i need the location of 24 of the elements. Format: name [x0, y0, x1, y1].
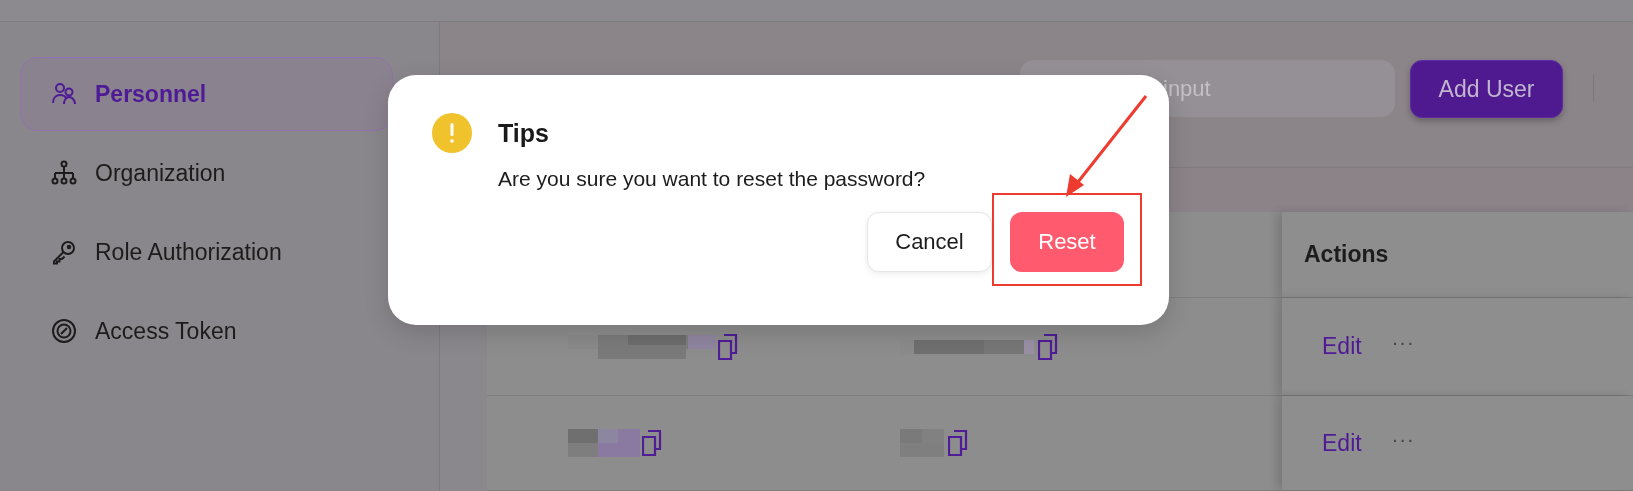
add-user-button[interactable]: Add User — [1410, 60, 1563, 118]
copy-icon[interactable] — [1038, 333, 1058, 360]
edit-link[interactable]: Edit — [1322, 333, 1362, 360]
column-header: Actions — [1304, 241, 1389, 268]
org-chart-icon — [51, 160, 77, 186]
sidebar-item[interactable]: Personnel — [20, 57, 393, 131]
copy-icon[interactable] — [642, 430, 662, 456]
more-menu[interactable]: ··· — [1391, 331, 1415, 354]
cancel-button[interactable]: Cancel — [867, 212, 992, 272]
dialog-title: Tips — [498, 118, 549, 148]
sidebar-item[interactable]: Role Authorization — [20, 215, 393, 289]
edit-link[interactable]: Edit — [1322, 429, 1362, 457]
key-icon — [51, 239, 77, 265]
blurred-text — [568, 429, 640, 457]
copy-icon[interactable] — [948, 430, 968, 456]
token-icon — [51, 318, 77, 344]
reset-button[interactable]: Reset — [1010, 212, 1124, 272]
sidebar-item[interactable]: Access Token — [20, 294, 393, 368]
copy-icon[interactable] — [718, 333, 738, 360]
dialog-message: Are you sure you want to reset the password? — [498, 167, 927, 191]
users-icon — [51, 81, 77, 107]
sidebar-item[interactable]: Organization — [20, 136, 393, 210]
more-menu[interactable]: ··· — [1391, 427, 1415, 451]
warning-icon — [432, 113, 472, 153]
